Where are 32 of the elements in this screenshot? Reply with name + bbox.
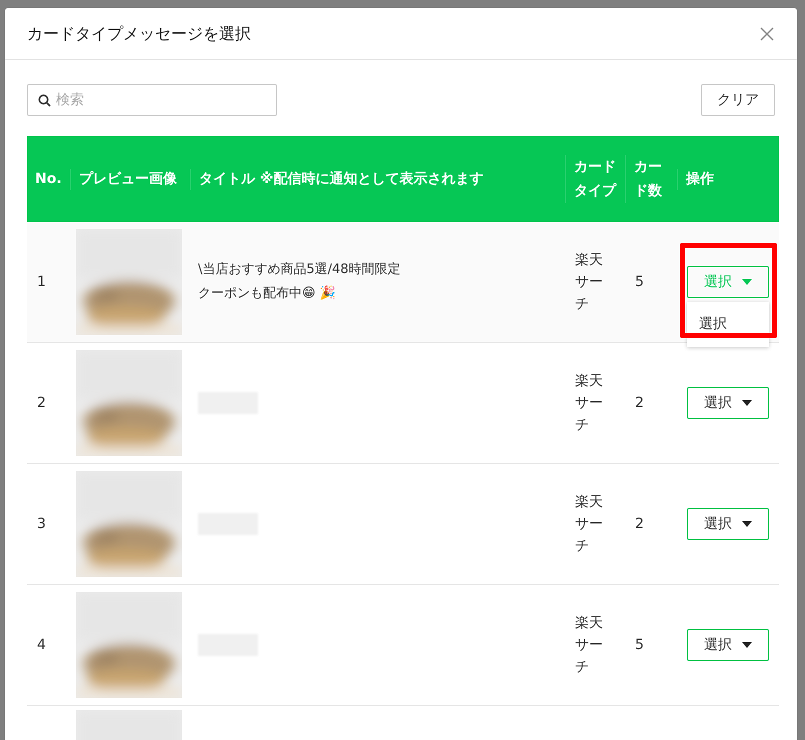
search-field[interactable]: 検索 [27,84,277,116]
row-number: 2 [37,394,46,410]
row-number: 1 [37,274,46,290]
card-count: 2 [635,516,644,532]
column-header: タイトル ※配信時に通知として表示されます [199,170,484,186]
row-number: 4 [37,636,46,652]
dialog-title: カードタイプメッセージを選択 [27,22,251,44]
caret-icon [742,400,752,406]
card-count: 5 [635,274,644,290]
column-header: カード数 [634,159,662,199]
caret-icon [742,642,752,648]
column-header: 操作 [686,170,714,186]
message-title: \当店おすすめ商品5選/48時間限定クーポンも配布中😁 🎉 [198,261,402,303]
row-number: 3 [37,516,46,532]
column-header: No. [35,170,62,186]
select-dropdown[interactable]: 選択 [687,629,769,661]
card-type: 楽天サーチ [575,493,604,556]
caret-icon [742,279,752,285]
column-header: カードタイプ [574,159,616,199]
card-type: 楽天サーチ [575,614,604,677]
close-icon[interactable] [759,26,775,42]
select-dropdown[interactable]: 選択 [687,387,769,419]
card-count: 5 [635,636,644,652]
caret-icon [742,521,752,527]
menu-item[interactable]: 選択 [687,308,769,341]
column-header: プレビュー画像 [79,170,177,186]
clear-button[interactable]: クリア [701,84,775,116]
select-dropdown[interactable]: 選択 [687,508,769,540]
card-count: 2 [635,394,644,410]
search-icon [38,94,51,107]
card-type: 楽天サーチ [575,251,604,314]
card-type: 楽天サーチ [575,372,604,435]
